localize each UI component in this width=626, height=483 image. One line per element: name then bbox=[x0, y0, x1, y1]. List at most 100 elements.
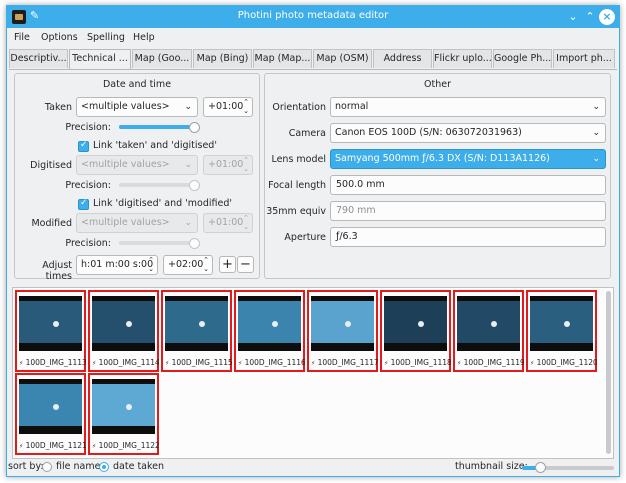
slider-handle[interactable] bbox=[189, 122, 200, 133]
aperture-field[interactable]: ƒ/6.3 bbox=[330, 227, 606, 247]
tab-technical[interactable]: Technical ... bbox=[69, 49, 131, 69]
taken-tz-spinbox[interactable]: +01:00 ⌃ ⌄ bbox=[203, 97, 253, 117]
digitised-tz-spinbox: +01:00 ⌃ ⌄ bbox=[203, 155, 253, 175]
thumbnail-item[interactable]: ⚡ 100D_IMG_1114 bbox=[88, 290, 159, 372]
link-taken-digitised-label[interactable]: Link 'taken' and 'digitised' bbox=[93, 140, 217, 151]
thumbnail-image bbox=[165, 296, 228, 351]
thumbnail-item[interactable]: ⚡ 100D_IMG_1120 bbox=[526, 290, 597, 372]
tab-address[interactable]: Address bbox=[373, 49, 432, 68]
chevron-down-icon: ⌄ bbox=[184, 160, 192, 170]
thumbnail-item[interactable]: ⚡ 100D_IMG_1115 bbox=[161, 290, 232, 372]
moon bbox=[491, 321, 497, 327]
menu-file[interactable]: File bbox=[14, 32, 30, 43]
flash-icon: ⚡ bbox=[19, 360, 24, 367]
lens-model-combo[interactable]: Samyang 500mm ƒ/6.3 DX (S/N: D113A1126) … bbox=[330, 149, 606, 169]
tab-map-google[interactable]: Map (Goo... bbox=[132, 49, 192, 68]
camera-combo[interactable]: Canon EOS 100D (S/N: 063072031963) ⌄ bbox=[330, 123, 606, 143]
minimize-icon[interactable]: ⌄ bbox=[565, 9, 581, 25]
vertical-scrollbar[interactable] bbox=[606, 291, 611, 454]
focal-length-field[interactable]: 500.0 mm bbox=[330, 175, 606, 195]
digitised-tz-value: +01:00 bbox=[208, 159, 244, 170]
modified-combo: <multiple values> ⌄ bbox=[76, 213, 198, 233]
sort-file-name-label[interactable]: file name bbox=[56, 461, 100, 472]
spin-arrows-icon[interactable]: ⌃ ⌄ bbox=[203, 256, 209, 274]
precision-label: Precision: bbox=[65, 122, 111, 133]
link-digitised-modified-label[interactable]: Link 'digitised' and 'modified' bbox=[93, 198, 232, 209]
thumbnail-item[interactable]: ⚡ 100D_IMG_1122 bbox=[88, 373, 159, 455]
thumbnail-item[interactable]: ⚡ 100D_IMG_1119 bbox=[453, 290, 524, 372]
thumbnail-image bbox=[311, 296, 374, 351]
moon bbox=[126, 321, 132, 327]
tab-map-bing[interactable]: Map (Bing) bbox=[193, 49, 252, 68]
subtract-button[interactable]: − bbox=[237, 256, 254, 273]
orientation-combo[interactable]: normal ⌄ bbox=[330, 97, 606, 117]
thumbnail-item[interactable]: ⚡ 100D_IMG_1116 bbox=[234, 290, 305, 372]
menu-spelling[interactable]: Spelling bbox=[87, 32, 125, 43]
link-taken-digitised-checkbox[interactable] bbox=[78, 140, 89, 152]
sky bbox=[165, 301, 228, 343]
modified-precision-slider bbox=[119, 241, 197, 245]
lens-model-value: Samyang 500mm ƒ/6.3 DX (S/N: D113A1126) bbox=[335, 153, 550, 164]
sort-file-name-radio[interactable] bbox=[42, 462, 52, 472]
focal-length-label: Focal length bbox=[268, 180, 326, 191]
thumbnail-item[interactable]: ⚡ 100D_IMG_1113 bbox=[15, 290, 86, 372]
sort-date-taken-label[interactable]: date taken bbox=[113, 461, 164, 472]
thumbnail-image bbox=[92, 296, 155, 351]
other-group: Other Orientation normal ⌄ Camera Canon … bbox=[264, 73, 611, 279]
taken-tz-value: +01:00 bbox=[208, 101, 244, 112]
thumbnail-caption: ⚡ 100D_IMG_1113 bbox=[19, 358, 86, 367]
adjust-tz-spinbox[interactable]: +02:00 ⌃ ⌄ bbox=[163, 255, 213, 275]
flash-icon: ⚡ bbox=[19, 443, 24, 450]
tab-descriptive[interactable]: Descriptiv... bbox=[9, 49, 68, 68]
thumbnail-caption: ⚡ 100D_IMG_1117 bbox=[311, 358, 378, 367]
adjust-times-spinbox[interactable]: h:01 m:00 s:00 ⌃ ⌄ bbox=[76, 255, 158, 275]
thumbnail-image bbox=[457, 296, 520, 351]
date-time-group: Date and time Taken <multiple values> ⌄ … bbox=[14, 73, 260, 282]
adjust-tz-value: +02:00 bbox=[168, 259, 204, 270]
menu-options[interactable]: Options bbox=[41, 32, 78, 43]
menu-help[interactable]: Help bbox=[133, 32, 155, 43]
camera-value: Canon EOS 100D (S/N: 063072031963) bbox=[335, 127, 522, 138]
flash-icon: ⚡ bbox=[238, 360, 243, 367]
taken-precision-slider[interactable] bbox=[119, 125, 197, 129]
close-icon[interactable]: × bbox=[599, 9, 615, 25]
flash-icon: ⚡ bbox=[457, 360, 462, 367]
tab-import-photos[interactable]: Import ph... bbox=[553, 49, 615, 68]
moon bbox=[272, 321, 278, 327]
digitised-precision-slider bbox=[119, 183, 197, 187]
modified-label: Modified bbox=[31, 218, 72, 229]
spin-arrows-icon[interactable]: ⌃ ⌄ bbox=[148, 256, 154, 274]
slider-handle[interactable] bbox=[535, 462, 547, 473]
thumbnail-filename: 100D_IMG_1115 bbox=[171, 358, 232, 367]
camera-label: Camera bbox=[288, 128, 326, 139]
thumbnail-filename: 100D_IMG_1113 bbox=[25, 358, 86, 367]
sort-date-taken-radio[interactable] bbox=[99, 462, 109, 472]
maximize-icon[interactable]: ⌃ bbox=[582, 9, 598, 25]
modified-tz-spinbox: +01:00 ⌃ ⌄ bbox=[203, 213, 253, 233]
menu-bar: File Options Spelling Help bbox=[7, 28, 619, 48]
main-window: ✎ Photini photo metadata editor ⌄ ⌃ × Fi… bbox=[6, 5, 620, 477]
tab-google-photos[interactable]: Google Ph... bbox=[493, 49, 552, 68]
thumbnail-item[interactable]: ⚡ 100D_IMG_1121 bbox=[15, 373, 86, 455]
link-digitised-modified-checkbox[interactable] bbox=[78, 198, 89, 210]
equiv-35mm-field[interactable]: 790 mm bbox=[330, 201, 606, 221]
tab-map-mapbox[interactable]: Map (Map... bbox=[253, 49, 312, 68]
thumbnail-image bbox=[92, 379, 155, 434]
thumbnail-caption: ⚡ 100D_IMG_1120 bbox=[530, 358, 597, 367]
title-bar: ✎ Photini photo metadata editor ⌄ ⌃ × bbox=[7, 6, 619, 28]
thumbnail-item[interactable]: ⚡ 100D_IMG_1117 bbox=[307, 290, 378, 372]
moon bbox=[199, 321, 205, 327]
tab-flickr-upload[interactable]: Flickr uplo... bbox=[433, 49, 492, 68]
spin-arrows-icon[interactable]: ⌃ ⌄ bbox=[243, 98, 249, 116]
taken-label: Taken bbox=[44, 102, 72, 113]
adjust-times-value: h:01 m:00 s:00 bbox=[81, 259, 154, 270]
thumbnail-image bbox=[19, 379, 82, 434]
add-button[interactable]: + bbox=[219, 256, 236, 273]
sky bbox=[19, 384, 82, 426]
thumbnail-caption: ⚡ 100D_IMG_1115 bbox=[165, 358, 232, 367]
tab-map-osm[interactable]: Map (OSM) bbox=[313, 49, 372, 68]
taken-combo[interactable]: <multiple values> ⌄ bbox=[76, 97, 198, 117]
thumbnail-caption: ⚡ 100D_IMG_1121 bbox=[19, 441, 86, 450]
thumbnail-caption: ⚡ 100D_IMG_1118 bbox=[384, 358, 451, 367]
thumbnail-item[interactable]: ⚡ 100D_IMG_1118 bbox=[380, 290, 451, 372]
